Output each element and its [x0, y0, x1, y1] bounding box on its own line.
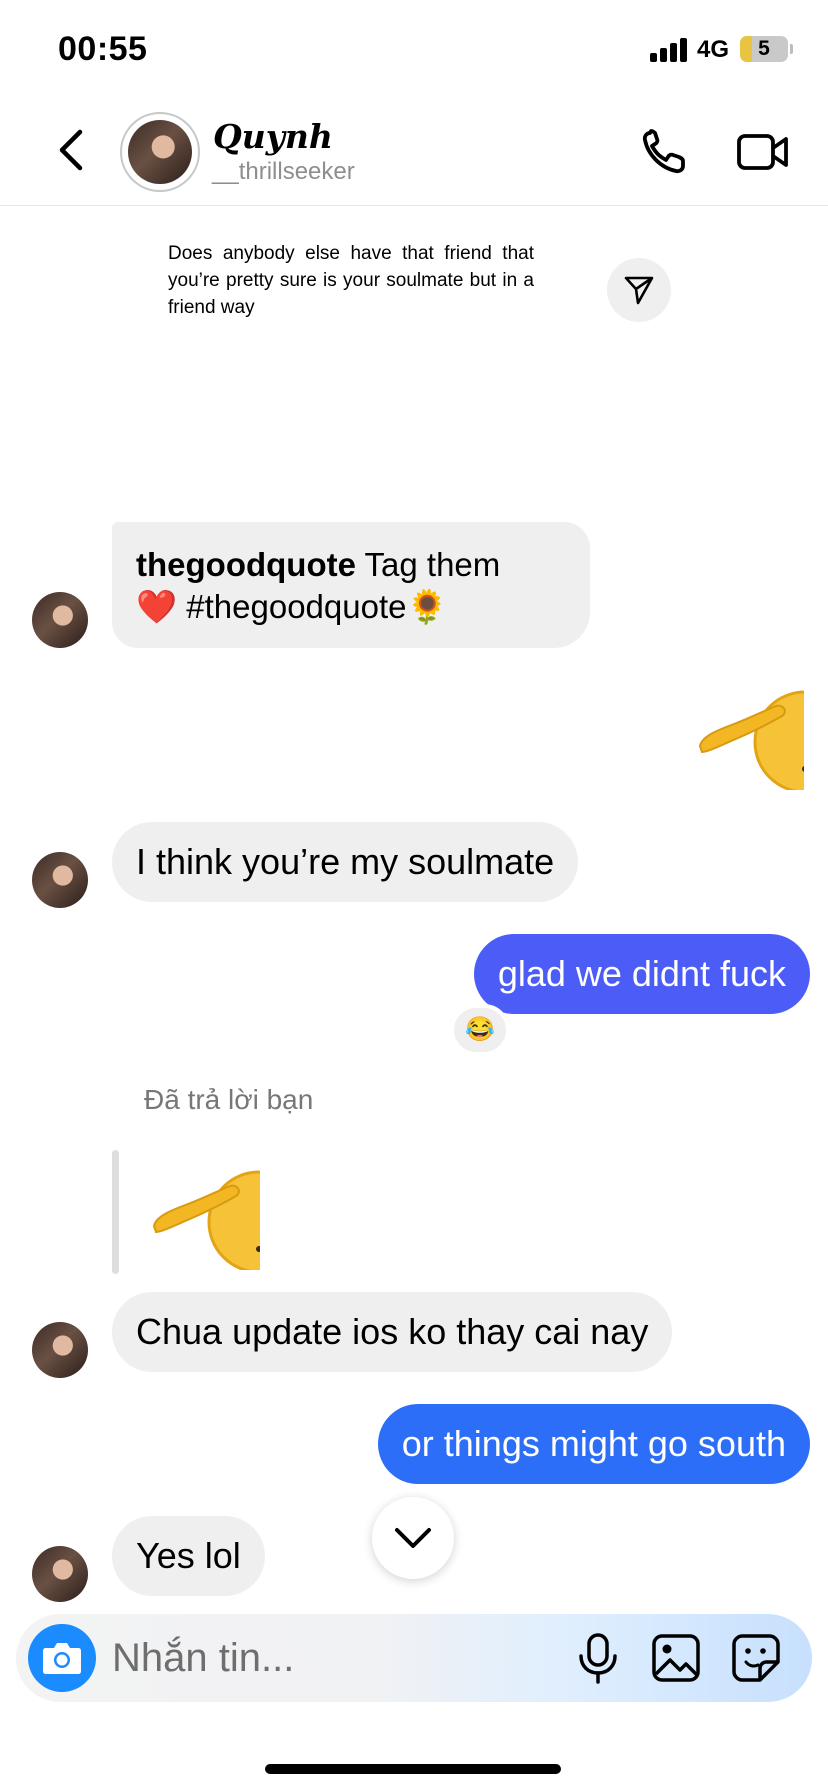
sunflower-emoji: 🌻: [406, 588, 448, 625]
post-account-name[interactable]: thegoodquote: [136, 546, 356, 583]
message-bubble[interactable]: or things might go south: [377, 1404, 810, 1484]
video-camera-icon: [737, 134, 788, 170]
video-call-button[interactable]: [736, 128, 790, 176]
microphone-icon: [579, 1633, 617, 1684]
cellular-signal-icon: [650, 38, 690, 62]
phone-icon: [642, 129, 685, 174]
battery-cap: [790, 44, 793, 54]
home-indicator[interactable]: [265, 1764, 561, 1774]
send-icon: [624, 276, 654, 305]
message-bubble[interactable]: I think you’re my soulmate: [112, 822, 579, 902]
contact-name[interactable]: Quynh: [213, 117, 333, 156]
sticker-icon: [732, 1634, 780, 1682]
chevron-left-icon: [59, 129, 83, 171]
message-bubble[interactable]: glad we didnt fuck: [473, 934, 810, 1014]
sticker-button[interactable]: [730, 1632, 782, 1684]
message-bubble[interactable]: Chua update ios ko thay cai nay: [112, 1292, 673, 1372]
message-composer: [16, 1614, 812, 1702]
shared-post-text[interactable]: Does anybody else have that friend that …: [168, 240, 534, 321]
call-button[interactable]: [640, 128, 688, 176]
avatar[interactable]: [32, 1322, 88, 1378]
message-bubble[interactable]: Yes lol: [112, 1516, 265, 1596]
caption-hashtag[interactable]: #thegoodquote: [186, 588, 406, 625]
message-input[interactable]: [112, 1628, 472, 1688]
back-button[interactable]: [50, 126, 94, 174]
contact-avatar[interactable]: [120, 112, 200, 192]
battery-percent: 5: [758, 37, 770, 60]
caption-text: Tag them: [364, 546, 501, 583]
image-icon: [652, 1634, 700, 1682]
camera-icon: [43, 1643, 81, 1674]
gallery-button[interactable]: [650, 1632, 702, 1684]
reaction-emoji[interactable]: 😂: [450, 1004, 510, 1056]
chat-header: Quynh __thrillseeker: [0, 100, 828, 206]
contact-username[interactable]: __thrillseeker: [212, 158, 355, 186]
avatar[interactable]: [32, 852, 88, 908]
avatar: [128, 120, 192, 184]
share-post-button[interactable]: [607, 258, 671, 322]
saluting-face-emoji[interactable]: [698, 686, 804, 790]
scroll-to-bottom-button[interactable]: [372, 1497, 454, 1579]
chevron-down-icon: [395, 1528, 431, 1548]
quoted-saluting-face-emoji[interactable]: [152, 1166, 260, 1270]
saluting-face-icon: [698, 690, 804, 790]
status-time: 00:55: [58, 30, 148, 68]
reply-quote-bar: [112, 1150, 119, 1274]
post-caption-bubble[interactable]: thegoodquote Tag them ❤️ #thegoodquote🌻: [112, 522, 590, 648]
avatar[interactable]: [32, 592, 88, 648]
avatar[interactable]: [32, 1546, 88, 1602]
status-bar: 00:55 4G 5: [0, 0, 828, 100]
replied-label: Đã trả lời bạn: [144, 1084, 314, 1115]
saluting-face-icon: [152, 1170, 260, 1270]
camera-button[interactable]: [28, 1624, 96, 1692]
battery-icon: 5: [740, 36, 788, 62]
voice-message-button[interactable]: [576, 1632, 620, 1684]
network-type: 4G: [697, 36, 730, 63]
heart-emoji: ❤️: [136, 588, 178, 625]
